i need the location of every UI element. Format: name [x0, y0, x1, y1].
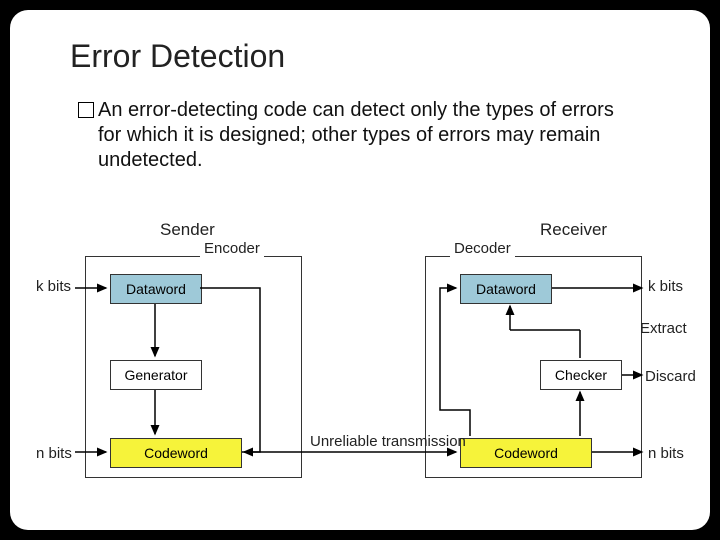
arrows-svg: [30, 220, 690, 500]
square-bullet-icon: [78, 102, 94, 118]
slide-title: Error Detection: [70, 38, 285, 75]
bullet-item: An error-detecting code can detect only …: [78, 98, 638, 173]
slide: Error Detection An error-detecting code …: [10, 10, 710, 530]
bullet-text: An error-detecting code can detect only …: [98, 98, 638, 173]
error-detection-diagram: Sender Encoder k bits Dataword Generator…: [30, 220, 690, 500]
